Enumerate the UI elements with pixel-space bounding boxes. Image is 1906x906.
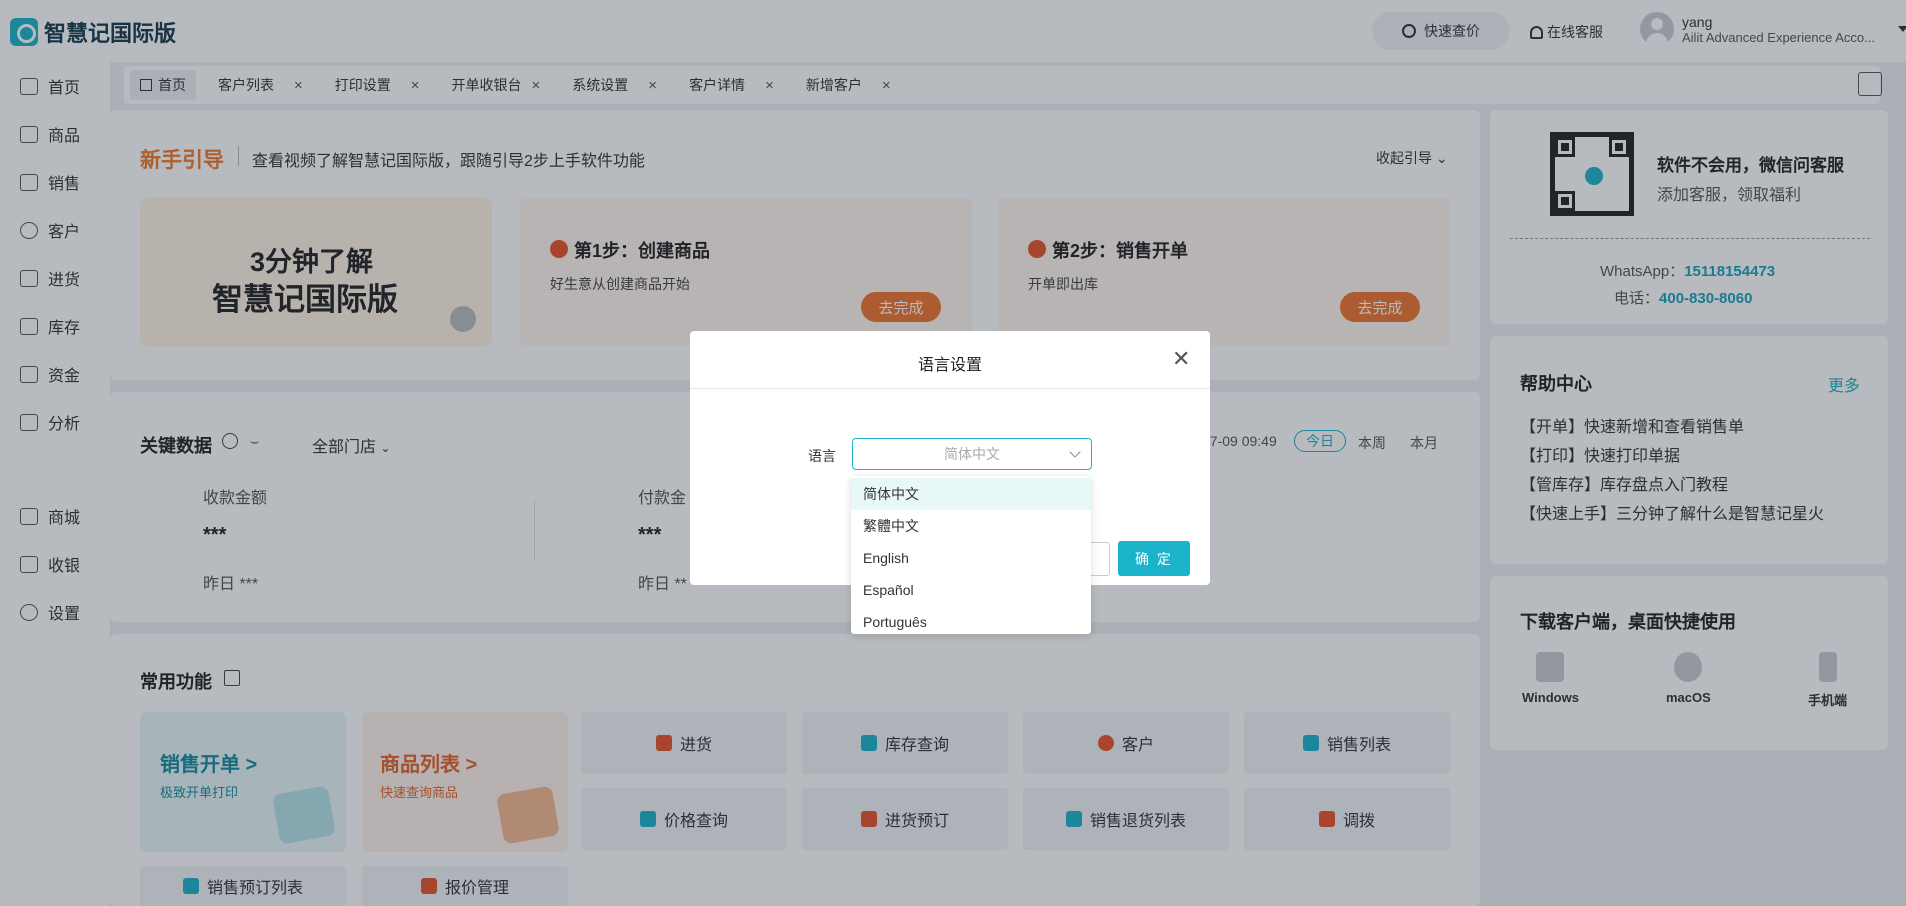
language-option-zh-hans[interactable]: 简体中文 — [851, 478, 1091, 510]
language-option-pt[interactable]: Português — [851, 606, 1091, 638]
language-option-zh-hant[interactable]: 繁體中文 — [851, 510, 1091, 542]
language-select[interactable]: 简体中文 — [852, 438, 1092, 470]
language-option-es[interactable]: Español — [851, 574, 1091, 606]
language-option-en[interactable]: English — [851, 542, 1091, 574]
language-label: 语言 — [808, 448, 836, 464]
confirm-button[interactable]: 确 定 — [1118, 541, 1190, 576]
divider — [690, 388, 1210, 389]
chevron-down-icon — [1069, 446, 1081, 458]
language-select-value: 简体中文 — [944, 446, 1000, 462]
dialog-title: 语言设置 — [917, 357, 982, 374]
close-icon[interactable]: ✕ — [1172, 348, 1190, 370]
language-dropdown: 简体中文 繁體中文 English Español Português — [851, 476, 1091, 634]
